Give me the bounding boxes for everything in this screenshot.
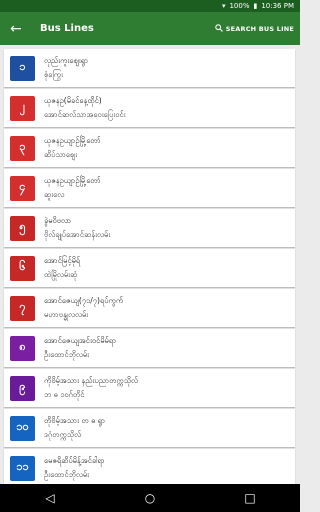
bus-line-item-5[interactable]: ၅ ခွဲမဝိဗလာဗိုလ်ချုပ်အောင်ဆန်းလမ်း — [4, 209, 295, 247]
route-origin: အောင်မြင့်မိုရ် — [44, 255, 81, 265]
route-number-badge: ၁ — [10, 55, 35, 81]
route-number-badge: ၅ — [10, 215, 35, 241]
route-origin: အောင်ဇေယျအင်းဝင်မိမ်ရာ — [44, 335, 117, 345]
signal-icon: ▾ — [221, 2, 226, 10]
bus-line-item-8[interactable]: ၈ အောင်ဇေယျအင်းဝင်မိမ်ရာဦးထောင်ဘိုလမ်း — [4, 329, 295, 367]
route-number-badge: ၁၁ — [10, 455, 35, 481]
nav-back-icon[interactable]: ◁ — [30, 491, 70, 505]
bus-line-item-3[interactable]: ၃ ယုဇနဥယျာဉ်မြို့တော်ဆိပ်သာဈေး — [4, 129, 295, 167]
bus-line-item-4[interactable]: ၄ ယုဇနဥယျာဉ်မြို့တော်ဆူးလေ — [4, 169, 295, 207]
route-number-badge: ၂ — [10, 95, 35, 121]
bus-line-item-9[interactable]: ၉ ကိုဗိမ့်အသား နည်းပညာတက္ကသိုလ်ဘ ဓ ၁၀ဂ်တ… — [4, 369, 295, 407]
search-icon — [215, 23, 223, 34]
status-bar: ▾ 100% ▮ 10:36 PM — [0, 0, 300, 12]
route-origin: အောင်ဇေယျ(၇၁/၇)ရပ်ကွက် — [44, 295, 124, 305]
route-destination: ဆူးလေ — [44, 189, 65, 199]
battery-level: 100% — [229, 2, 250, 10]
nav-recents-icon[interactable]: □ — [230, 491, 270, 505]
page-title: Bus Lines — [40, 23, 94, 34]
bus-line-item-2[interactable]: ၂ ယုဇနဥ(မိခင်နေ့ထိုင်) အောင်ဆလ်သာအဝေးပြေး… — [4, 89, 295, 127]
clock: 10:36 PM — [261, 2, 294, 10]
route-destination: ထဲမြိုလမ်းဆုံ — [44, 269, 78, 279]
bus-line-item-1[interactable]: ၁ လှည်းကူးဈေးရွာစုံကြွေး — [4, 49, 295, 87]
route-destination: ဆိပ်သာဈေး — [44, 149, 78, 159]
route-number-badge: ၉ — [10, 375, 35, 401]
route-number-badge: ၆ — [10, 255, 35, 281]
route-number-badge: ၃ — [10, 135, 35, 161]
route-number-badge: ၈ — [10, 335, 35, 361]
route-origin: ယုဇနဥယျာဉ်မြို့တော် — [44, 175, 101, 185]
system-nav-bar: ◁ ○ □ — [0, 484, 300, 512]
route-number-badge: ၁၀ — [10, 415, 35, 441]
route-destination: ဦးထောင်ဘိုလမ်း — [44, 469, 90, 479]
battery-icon: ▮ — [253, 2, 258, 10]
bus-line-item-6[interactable]: ၆ အောင်မြင့်မိုရ်ထဲမြိုလမ်းဆုံ — [4, 249, 295, 287]
route-origin: ယုဇနဥ(မိခင်နေ့ထိုင်) — [44, 95, 102, 105]
bus-line-item-11[interactable]: ၁၁ မေဇရိဆိပ်မိန့်အင်ခါရာဦးထောင်ဘိုလမ်း — [4, 449, 295, 487]
back-arrow-icon[interactable]: ← — [10, 21, 32, 37]
route-origin: လှည်းကူးဈေးရွာ — [44, 55, 89, 65]
route-origin: ခွဲမဝိဗလာ — [44, 215, 72, 225]
route-origin: တိုဗိမ့်အသား တ ဓ ရွာ — [44, 415, 106, 425]
route-destination: အောင်ဆလ်သာအဝေးပြေးဝင်း — [44, 109, 126, 119]
search-bus-line-label: SEARCH BUS LINE — [225, 24, 294, 33]
bus-line-item-7[interactable]: ၇ အောင်ဇေယျ(၇၁/၇)ရပ်ကွက်မဟာဗန္ဓုလလမ်း — [4, 289, 295, 327]
route-number-badge: ၄ — [10, 175, 35, 201]
nav-home-icon[interactable]: ○ — [130, 491, 170, 505]
route-destination: ဘ ဓ ၁၀ဂ်တိုင် — [44, 389, 85, 399]
route-origin: ကိုဗိမ့်အသား နည်းပညာတက္ကသိုလ် — [44, 375, 138, 385]
route-destination: ဒဂုံတက္ကသိုလ် — [44, 429, 82, 439]
search-bus-line-button[interactable]: SEARCH BUS LINE — [215, 23, 294, 34]
route-origin: မေဇရိဆိပ်မိန့်အင်ခါရာ — [44, 455, 105, 465]
route-destination: မဟာဗန္ဓုလလမ်း — [44, 309, 89, 319]
route-destination: ဗိုလ်ချုပ်အောင်ဆန်းလမ်း — [44, 229, 111, 239]
route-destination: ဦးထောင်ဘိုလမ်း — [44, 349, 90, 359]
app-bar: ← Bus Lines SEARCH BUS LINE — [0, 12, 300, 45]
bus-line-item-10[interactable]: ၁၀ တိုဗိမ့်အသား တ ဓ ရွာဒဂုံတက္ကသိုလ် — [4, 409, 295, 447]
route-destination: စုံကြွေး — [44, 69, 63, 79]
route-origin: ယုဇနဥယျာဉ်မြို့တော် — [44, 135, 101, 145]
route-number-badge: ၇ — [10, 295, 35, 321]
